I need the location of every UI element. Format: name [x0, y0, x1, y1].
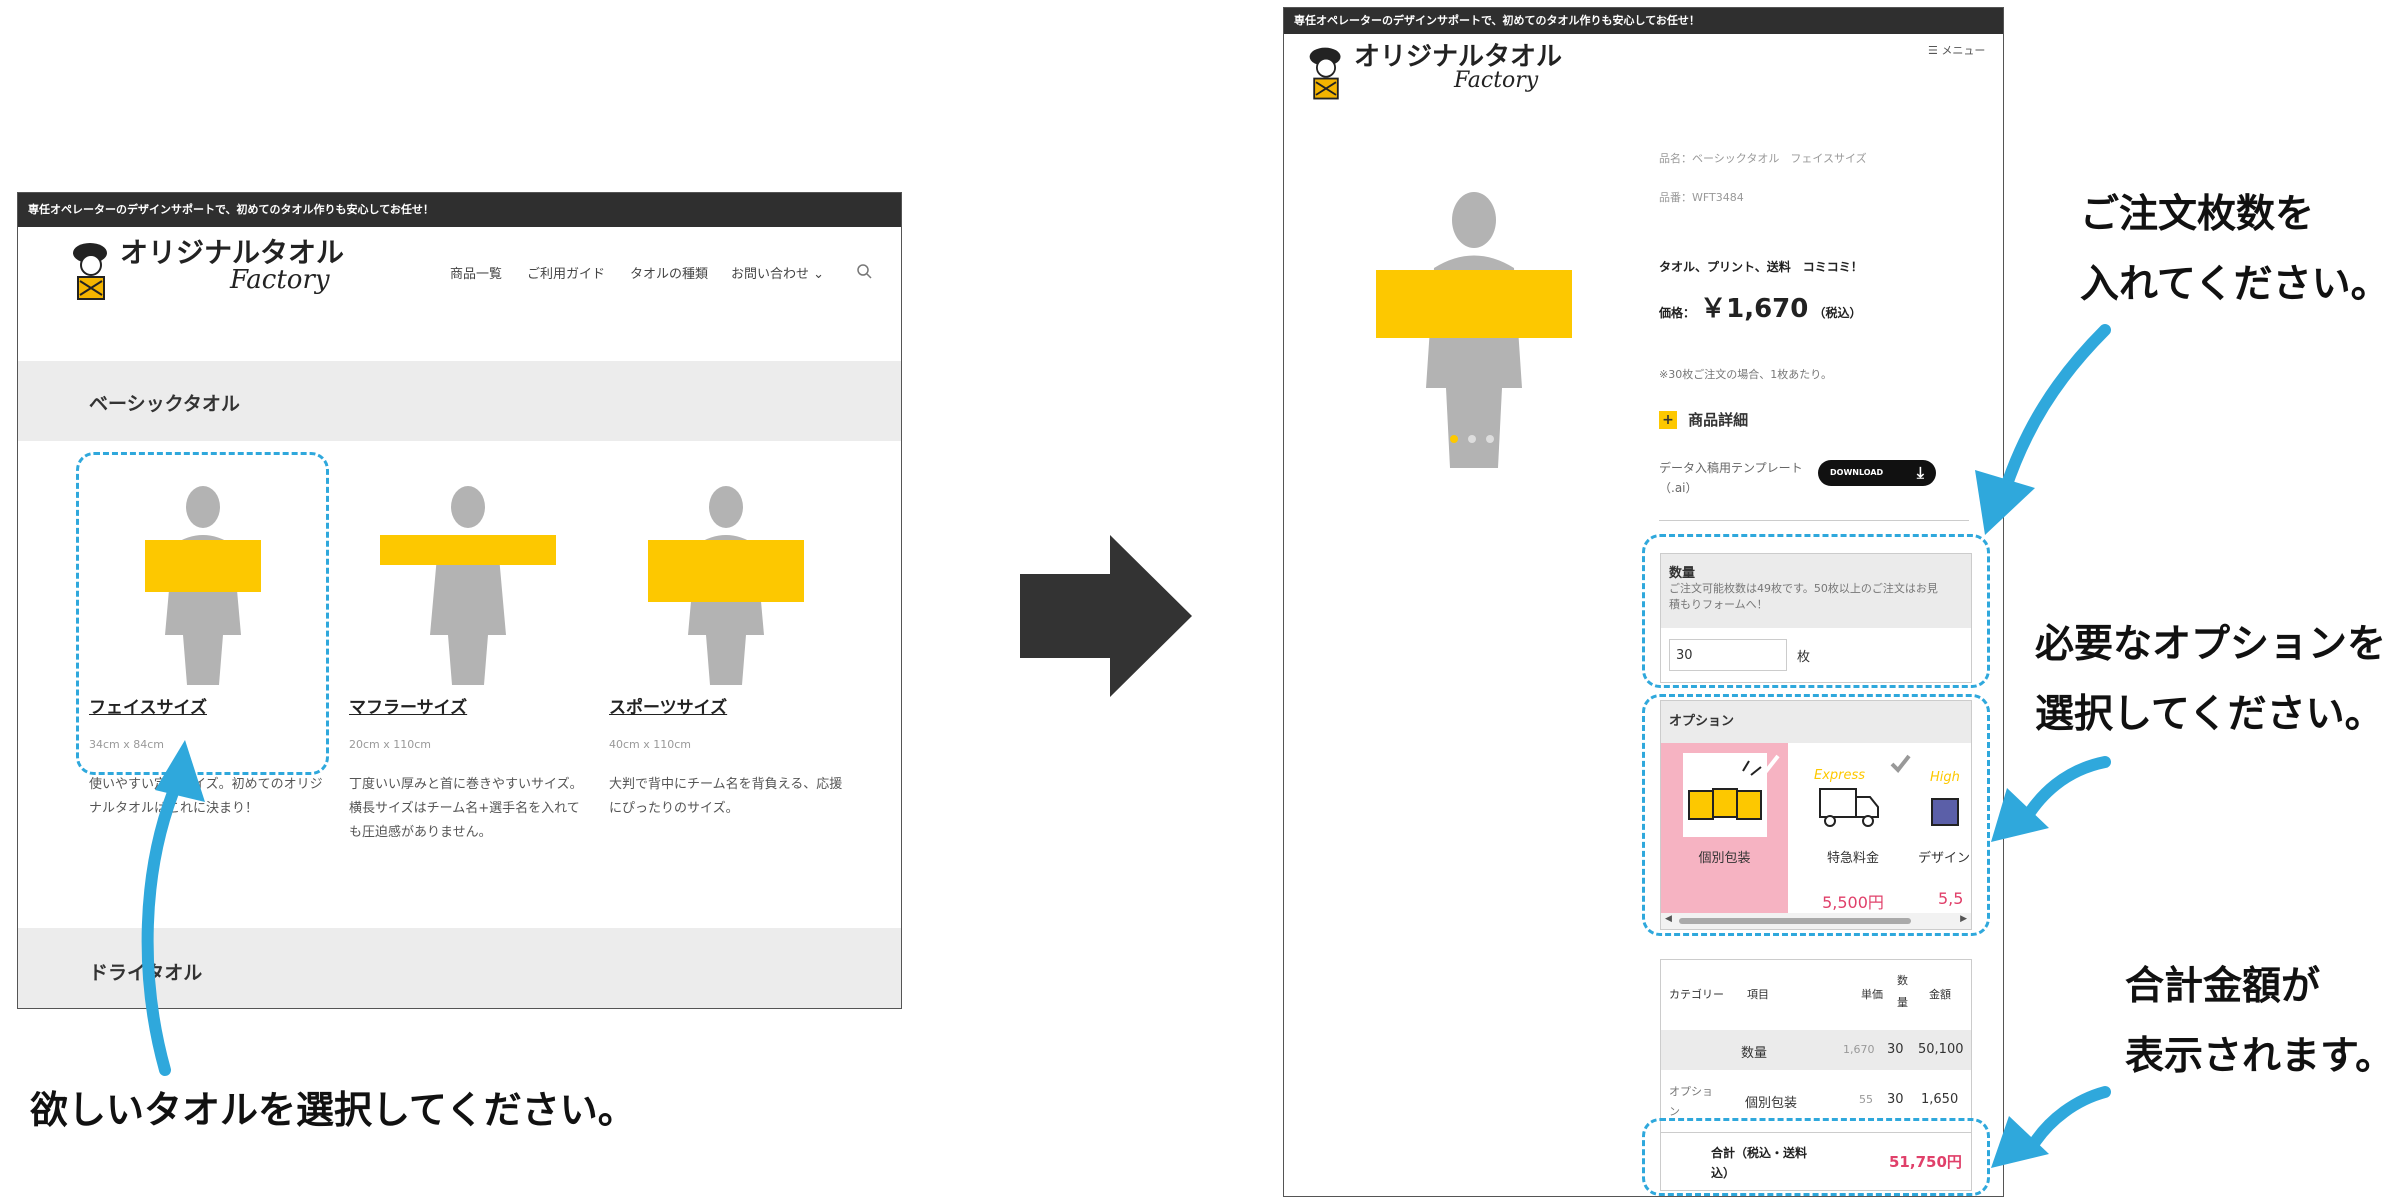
- product-desc-sports: 大判で背中にチーム名を背負える、応援 にぴったりのサイズ。: [609, 773, 859, 821]
- row-item: 個別包装: [1745, 1096, 1798, 1111]
- row-qty: 30: [1887, 1042, 1904, 1057]
- image-pager[interactable]: [1450, 428, 1495, 447]
- price-table-header: カテゴリー 項目 単価 数量 金額: [1661, 960, 1971, 1030]
- callout-line: 表示されます。: [2125, 1034, 2395, 1079]
- nav-contact-label: お問い合わせ: [731, 267, 810, 282]
- section-title-basic: ベーシックタオル: [89, 393, 240, 415]
- desc-line: にぴったりのサイズ。: [609, 801, 739, 816]
- pager-dot-active[interactable]: [1450, 435, 1458, 443]
- callout-line: 合計金額が: [2125, 964, 2321, 1009]
- row-amount: 1,650: [1921, 1092, 1959, 1107]
- product-code: 品番：WFT3484: [1659, 191, 1744, 204]
- logo-sub-text: Factory: [1454, 68, 1539, 93]
- row-category: オプション: [1669, 1085, 1713, 1118]
- download-label: DOWNLOAD: [1830, 468, 1884, 477]
- download-button[interactable]: DOWNLOAD ⤓: [1818, 460, 1936, 486]
- menu-button[interactable]: ☰ メニュー: [1928, 42, 1985, 58]
- callout-line: ご注文枚数を: [2080, 192, 2315, 237]
- callout-quantity: ご注文枚数を 入れてください。: [2080, 180, 2390, 320]
- product-name-sports[interactable]: スポーツサイズ: [609, 693, 727, 718]
- desc-line: 横長サイズはチーム名+選手名を入れて: [349, 801, 580, 816]
- nav-guide[interactable]: ご利用ガイド: [527, 263, 605, 282]
- product-tagline: タオル、プリント、送料 コミコミ！: [1659, 260, 1863, 274]
- desc-line: 大判で背中にチーム名を背負える、応援: [609, 777, 843, 792]
- template-label: データ入稿用テンプレート （.ai）: [1659, 458, 1803, 498]
- row-item: 数量: [1741, 1046, 1768, 1061]
- row-unit: 1,670: [1843, 1043, 1875, 1056]
- search-icon[interactable]: [856, 263, 872, 279]
- hamburger-icon: ☰: [1928, 44, 1938, 57]
- nav-products[interactable]: 商品一覧: [450, 263, 502, 282]
- top-announcement-bar: 専任オペレーターのデザインサポートで、初めてのタオル作りも安心してお任せ！: [1284, 8, 2003, 34]
- desc-line: も圧迫感がありません。: [349, 825, 492, 840]
- price-value: ￥1,670: [1700, 294, 1809, 324]
- price-tax: （税込）: [1813, 306, 1862, 320]
- callout-select-towel: 欲しいタオルを選択してください。: [30, 1088, 636, 1132]
- template-label-line: （.ai）: [1659, 481, 1698, 495]
- product-size-sports: 40cm x 110cm: [609, 738, 692, 751]
- desc-line: 使いやすい定番サイズ。初めてのオリジ: [89, 777, 323, 792]
- callout-line: 選択してください。: [2035, 692, 2384, 737]
- product-main-image[interactable]: [1364, 188, 1584, 468]
- details-label: 商品詳細: [1688, 411, 1749, 429]
- download-arrow-icon: ⤓: [1916, 463, 1924, 482]
- price-label: 価格：: [1659, 306, 1696, 320]
- pager-dot[interactable]: [1486, 435, 1495, 443]
- row-amount: 50,100: [1918, 1042, 1964, 1057]
- logo-main-text: オリジナルタオル: [1354, 42, 1563, 72]
- arrow-right-icon: [1020, 535, 1192, 697]
- arrow-to-total-icon: [1991, 1086, 2111, 1168]
- product-image-sports[interactable]: [626, 485, 826, 685]
- product-name-muffler[interactable]: マフラーサイズ: [349, 693, 467, 718]
- site-logo[interactable]: オリジナルタオル Factory: [70, 239, 344, 305]
- arrow-to-options-icon: [1991, 756, 2111, 842]
- product-desc-muffler: 丁度いい厚みと首に巻きやすいサイズ。 横長サイズはチーム名+選手名を入れて も圧…: [349, 773, 599, 845]
- header-category: カテゴリー: [1669, 988, 1724, 1001]
- logo-main-text: オリジナルタオル: [120, 236, 345, 269]
- product-desc-face: 使いやすい定番サイズ。初めてのオリジ ナルタオルはこれに決まり！: [89, 773, 339, 821]
- highlight-face-size: [76, 452, 329, 775]
- header-amount: 金額: [1929, 988, 1951, 1001]
- desc-line: ナルタオルはこれに決まり！: [89, 801, 259, 816]
- row-unit: 55: [1859, 1093, 1873, 1106]
- top-announcement-bar: 専任オペレーターのデザインサポートで、初めてのタオル作りも安心してお任せ！: [18, 193, 901, 227]
- mascot-icon: [73, 243, 107, 300]
- section-header-basic: ベーシックタオル: [18, 361, 901, 441]
- site-logo[interactable]: オリジナルタオル Factory: [1306, 44, 1562, 104]
- table-row: 数量 1,670 30 50,100: [1661, 1030, 1971, 1070]
- desc-line: 丁度いい厚みと首に巻きやすいサイズ。: [349, 777, 583, 792]
- product-name: 品名：ベーシックタオル フェイスサイズ: [1659, 152, 1867, 165]
- header-item: 項目: [1747, 988, 1769, 1001]
- logo-sub-text: Factory: [230, 265, 330, 295]
- nav-contact[interactable]: お問い合わせ ⌄: [731, 263, 824, 282]
- header-quantity: 数量: [1897, 974, 1908, 1009]
- chevron-down-icon: ⌄: [813, 267, 825, 282]
- callout-line: 入れてください。: [2080, 262, 2390, 307]
- template-label-line: データ入稿用テンプレート: [1659, 461, 1803, 475]
- product-image-muffler[interactable]: [368, 485, 568, 685]
- row-qty: 30: [1887, 1092, 1904, 1107]
- price-note: ※30枚ご注文の場合、1枚あたり。: [1659, 368, 1832, 381]
- pager-dot[interactable]: [1468, 435, 1477, 443]
- divider: [1659, 520, 1969, 521]
- callout-total: 合計金額が 表示されます。: [2125, 952, 2394, 1092]
- nav-towel-types[interactable]: タオルの種類: [630, 263, 708, 282]
- details-toggle[interactable]: + 商品詳細: [1659, 409, 1748, 430]
- callout-options: 必要なオプションを 選択してください。: [2035, 610, 2386, 750]
- header-unit-price: 単価: [1861, 988, 1883, 1001]
- mascot-icon: [1309, 47, 1341, 100]
- plus-icon: +: [1659, 410, 1677, 429]
- arrow-to-quantity-icon: [1975, 324, 2111, 535]
- menu-label: メニュー: [1941, 44, 1986, 57]
- highlight-options: [1642, 694, 1990, 936]
- arrow-up-icon: [141, 740, 205, 1076]
- callout-line: 必要なオプションを: [2035, 622, 2387, 667]
- product-price: 価格： ￥1,670 （税込）: [1659, 288, 1861, 325]
- highlight-total: [1642, 1118, 1990, 1196]
- highlight-quantity: [1642, 534, 1990, 688]
- product-size-muffler: 20cm x 110cm: [349, 738, 432, 751]
